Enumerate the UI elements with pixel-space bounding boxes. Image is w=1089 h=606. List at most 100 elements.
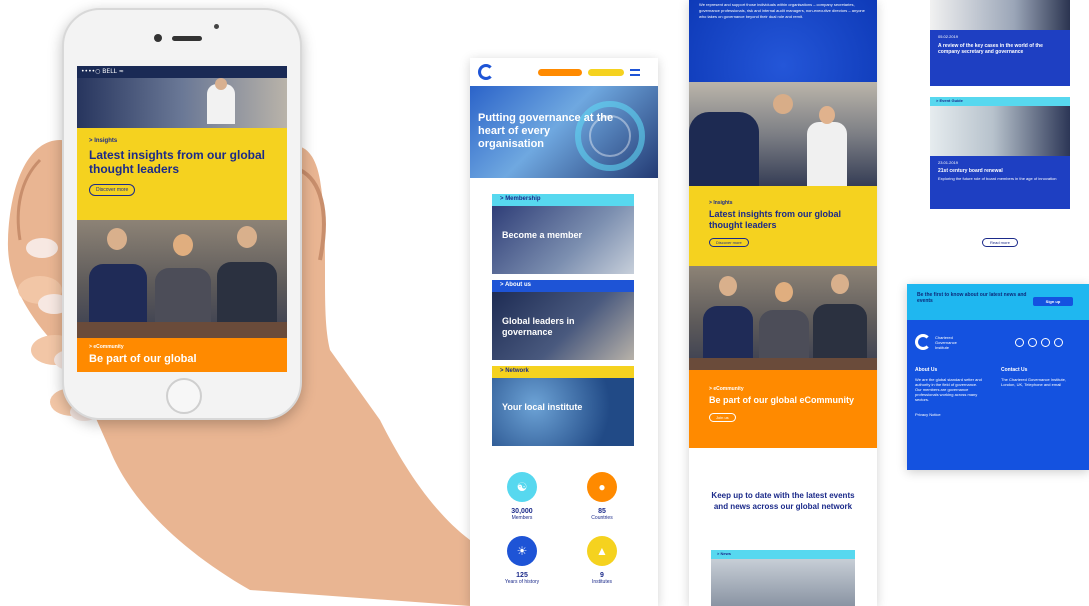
network-card-title: Your local institute xyxy=(502,402,583,412)
facebook-icon[interactable] xyxy=(1015,337,1024,347)
smartphone: ••••○ BELL ≈ > Insights Latest insights … xyxy=(62,8,302,420)
business-people-photo xyxy=(689,266,877,370)
stat-history-number: 125 xyxy=(516,572,528,579)
about-card-title: Global leaders in governance xyxy=(502,316,575,337)
event-card-2-date: 23.01.2019 xyxy=(938,160,959,165)
phone-insights-title: Latest insights from our global thought … xyxy=(89,148,266,176)
insights-kicker: > Insights xyxy=(709,200,733,206)
phone-community-title: Be part of our global xyxy=(89,353,197,365)
network-card[interactable]: > Network Your local institute xyxy=(492,366,634,446)
intro-text: We represent and support those individua… xyxy=(699,2,865,19)
phone-community-panel: > eCommunity Be part of our global xyxy=(77,338,287,372)
phone-camera xyxy=(154,34,162,42)
event-card-1[interactable]: 05.02.2019 A review of the key cases in … xyxy=(930,0,1070,86)
event-card-2-title: 21st century board renewal xyxy=(938,168,1003,174)
footer-contact: Contact Us The Chartered Governance Inst… xyxy=(1001,368,1071,417)
membership-card-title: Become a member xyxy=(502,230,583,240)
insights-panel: > Insights Latest insights from our glob… xyxy=(689,186,877,266)
community-panel: > eCommunity Be part of our global eComm… xyxy=(689,370,877,448)
event-card-1-image xyxy=(930,0,1070,30)
stat-history: ☀ 125 Years of history xyxy=(492,536,552,585)
signup-band: Be the first to know about our latest ne… xyxy=(907,284,1089,320)
history-icon: ☀ xyxy=(507,536,537,566)
phone-top-photo xyxy=(77,78,287,128)
event-card-1-body: 05.02.2019 A review of the key cases in … xyxy=(930,30,1070,86)
stat-institutes-label: Institutes xyxy=(591,579,612,585)
stat-countries-number: 85 xyxy=(598,508,606,515)
news-tag: > News xyxy=(711,550,855,559)
join-us-button[interactable]: Join us xyxy=(709,413,736,422)
site-header xyxy=(470,58,658,86)
footer-logo-icon[interactable] xyxy=(915,334,931,350)
phone-discover-button[interactable]: Discover more xyxy=(89,184,136,196)
mockup-stage: ••••○ BELL ≈ > Insights Latest insights … xyxy=(0,0,1089,606)
twitter-icon[interactable] xyxy=(1028,337,1037,347)
community-title: Be part of our global eCommunity xyxy=(709,395,855,405)
stat-history-label: Years of history xyxy=(504,579,540,585)
globe-icon: ● xyxy=(587,472,617,502)
stat-countries: ● 85 Countries xyxy=(572,472,632,521)
event-card-1-title: A review of the key cases in the world o… xyxy=(938,43,1043,55)
news-card[interactable]: > News xyxy=(711,550,855,606)
event-card-2-text: Exploring the future role of board membe… xyxy=(938,176,1057,181)
phone-people-photo xyxy=(77,220,287,338)
stat-institutes-number: 9 xyxy=(600,572,604,579)
phone-community-kicker: > eCommunity xyxy=(89,344,124,350)
signup-button[interactable]: Sign up xyxy=(1033,297,1073,306)
footer-contact-title: Contact Us xyxy=(1001,367,1028,373)
news-image xyxy=(711,559,855,606)
privacy-link[interactable]: Privacy Notice xyxy=(915,412,985,417)
insights-title: Latest insights from our global thought … xyxy=(709,209,842,230)
event-card-2-tag: > Event Guide xyxy=(930,97,1070,106)
intro-text-panel: We represent and support those individua… xyxy=(689,0,877,82)
footer-contact-text: The Chartered Governance Institute, Lond… xyxy=(1001,377,1066,387)
community-kicker: > eCommunity xyxy=(709,386,744,392)
keep-up-to-date-heading: Keep up to date with the latest events a… xyxy=(711,491,855,511)
stat-members-number: 30,000 xyxy=(511,508,533,515)
footer-about-text: We are the global standard setter and au… xyxy=(915,377,982,402)
phone-insights-kicker: > Insights xyxy=(89,138,118,144)
hamburger-menu-icon[interactable] xyxy=(630,68,640,76)
youtube-icon[interactable] xyxy=(1054,337,1063,347)
site-footer: Be the first to know about our latest ne… xyxy=(907,284,1089,470)
nav-pill-orange[interactable] xyxy=(538,68,582,76)
logo-icon[interactable] xyxy=(478,64,494,80)
social-links xyxy=(1015,337,1063,347)
footer-about-title: About Us xyxy=(915,367,938,373)
read-more-button[interactable]: Read more xyxy=(982,238,1018,247)
institute-icon: ▲ xyxy=(587,536,617,566)
about-card[interactable]: > About us Global leaders in governance xyxy=(492,280,634,360)
phone-home-button[interactable] xyxy=(166,378,202,414)
phone-speaker xyxy=(172,36,202,41)
network-image: Your local institute xyxy=(492,378,634,446)
signup-text: Be the first to know about our latest ne… xyxy=(917,292,1027,304)
membership-tag: > Membership xyxy=(492,194,634,206)
linkedin-icon[interactable] xyxy=(1041,337,1050,347)
people-icon: ☯ xyxy=(507,472,537,502)
stat-members-label: Members xyxy=(511,515,533,521)
phone-sensor xyxy=(214,24,219,29)
phone-screen: ••••○ BELL ≈ > Insights Latest insights … xyxy=(77,66,287,372)
membership-image: Become a member xyxy=(492,206,634,274)
event-card-2-image xyxy=(930,106,1070,156)
hero-banner: Putting governance at the heart of every… xyxy=(470,86,658,178)
phone-status-bar: ••••○ BELL ≈ xyxy=(77,66,287,78)
hero-title: Putting governance at the heart of every… xyxy=(478,112,614,150)
nav-pill-yellow[interactable] xyxy=(588,68,624,76)
network-tag: > Network xyxy=(492,366,634,378)
phone-insights-panel: > Insights Latest insights from our glob… xyxy=(77,128,287,220)
footer-columns: About Us We are the global standard sett… xyxy=(907,364,1089,421)
event-card-2-body: 23.01.2019 21st century board renewal Ex… xyxy=(930,156,1070,209)
stat-members: ☯ 30,000 Members xyxy=(492,472,552,521)
mobile-page-column-1: Putting governance at the heart of every… xyxy=(470,58,658,606)
footer-brand-row: Chartered Governance Institute xyxy=(907,320,1089,364)
stat-institutes: ▲ 9 Institutes xyxy=(572,536,632,585)
event-card-2[interactable]: > Event Guide 23.01.2019 21st century bo… xyxy=(930,97,1070,209)
about-image: Global leaders in governance xyxy=(492,292,634,360)
about-tag: > About us xyxy=(492,280,634,292)
audience-photo xyxy=(689,82,877,186)
membership-card[interactable]: > Membership Become a member xyxy=(492,194,634,274)
event-card-1-date: 05.02.2019 xyxy=(938,34,959,39)
discover-more-button[interactable]: Discover more xyxy=(709,238,749,247)
footer-about: About Us We are the global standard sett… xyxy=(915,367,985,418)
